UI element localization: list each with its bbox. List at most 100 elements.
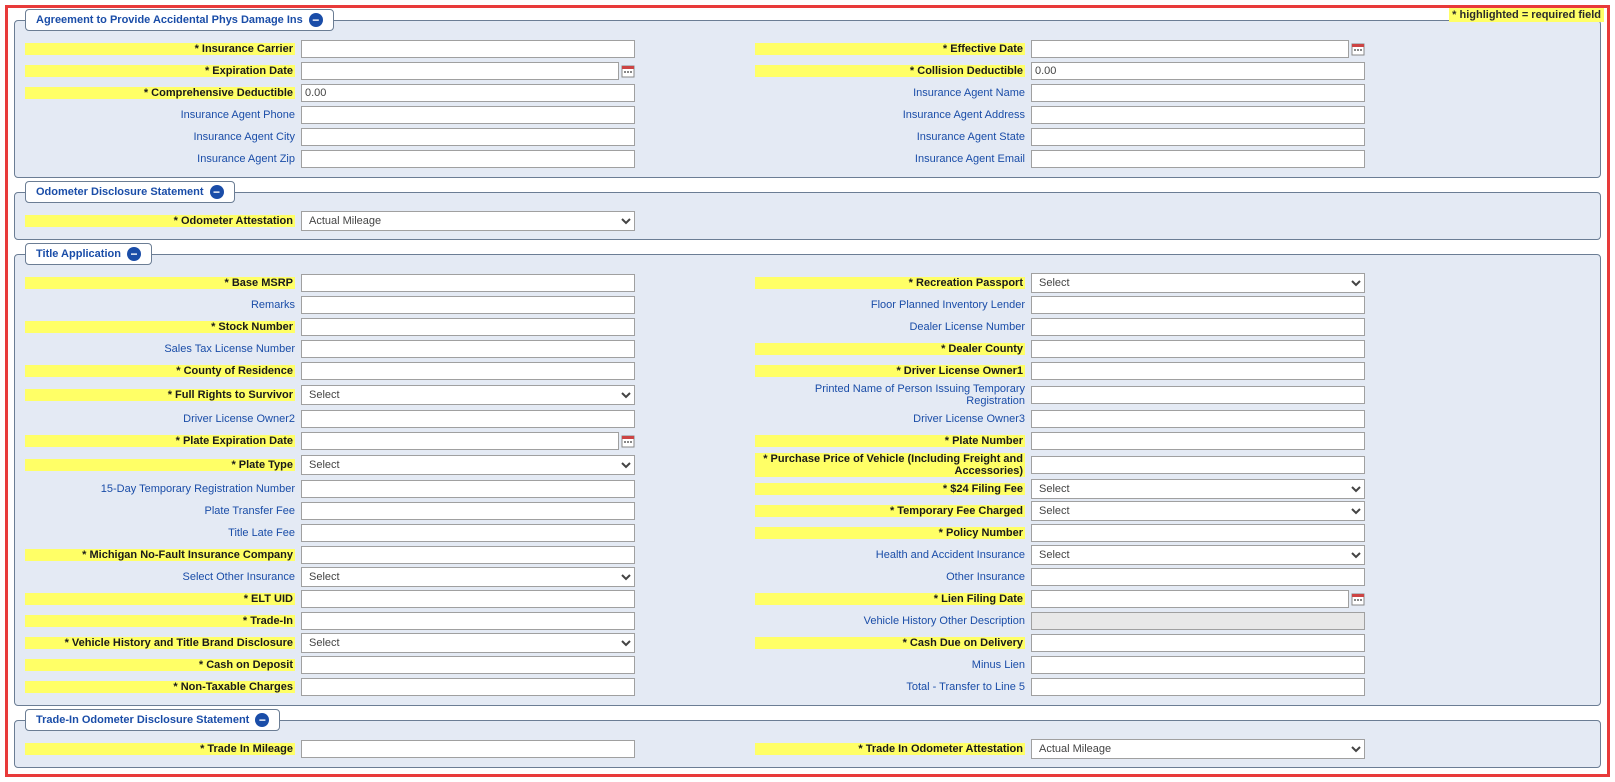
label-cash-delivery: * Cash Due on Delivery [755, 637, 1025, 649]
input-printed-name[interactable] [1031, 386, 1365, 404]
input-policy-number[interactable] [1031, 524, 1365, 542]
input-total-transfer[interactable] [1031, 678, 1365, 696]
panel-title-application: Title Application − * Base MSRP * Recrea… [14, 254, 1601, 706]
input-stock-number[interactable] [301, 318, 635, 336]
calendar-icon[interactable] [1351, 42, 1365, 56]
panel-header-title-application[interactable]: Title Application − [25, 243, 152, 265]
label-elt-uid: * ELT UID [25, 593, 295, 605]
label-agent-state: Insurance Agent State [755, 131, 1025, 143]
label-filing-fee: * $24 Filing Fee [755, 483, 1025, 495]
panel-title-title-application: Title Application [36, 248, 121, 260]
select-health-accident[interactable]: Select [1031, 545, 1365, 565]
select-temp-fee[interactable]: Select [1031, 501, 1365, 521]
input-agent-zip[interactable] [301, 150, 635, 168]
label-agent-zip: Insurance Agent Zip [25, 153, 295, 165]
select-trade-in-attestation[interactable]: Actual Mileage [1031, 739, 1365, 759]
input-sales-tax-license[interactable] [301, 340, 635, 358]
label-veh-hist-other: Vehicle History Other Description [755, 615, 1025, 627]
label-dealer-county: * Dealer County [755, 343, 1025, 355]
input-purchase-price[interactable] [1031, 456, 1365, 474]
input-effective-date[interactable] [1031, 40, 1349, 58]
calendar-icon[interactable] [1351, 592, 1365, 606]
required-field-note: * highlighted = required field [1449, 8, 1604, 22]
input-plate-number[interactable] [1031, 432, 1365, 450]
input-comprehensive-deductible[interactable] [301, 84, 635, 102]
label-health-accident: Health and Accident Insurance [755, 549, 1025, 561]
select-veh-hist[interactable]: Select [301, 633, 635, 653]
input-lien-date[interactable] [1031, 590, 1349, 608]
label-expiration-date: * Expiration Date [25, 65, 295, 77]
label-printed-name: Printed Name of Person Issuing Temporary… [755, 383, 1025, 407]
input-plate-transfer-fee[interactable] [301, 502, 635, 520]
label-trade-in: * Trade-In [25, 615, 295, 627]
panel-odometer: Odometer Disclosure Statement − * Odomet… [14, 192, 1601, 240]
label-purchase-price: * Purchase Price of Vehicle (Including F… [755, 453, 1025, 477]
input-temp-reg[interactable] [301, 480, 635, 498]
select-plate-type[interactable]: Select [301, 455, 635, 475]
select-filing-fee[interactable]: Select [1031, 479, 1365, 499]
label-base-msrp: * Base MSRP [25, 277, 295, 289]
label-trade-in-mileage: * Trade In Mileage [25, 743, 295, 755]
input-title-late-fee[interactable] [301, 524, 635, 542]
label-policy-number: * Policy Number [755, 527, 1025, 539]
input-dealer-license[interactable] [1031, 318, 1365, 336]
label-agent-phone: Insurance Agent Phone [25, 109, 295, 121]
input-agent-email[interactable] [1031, 150, 1365, 168]
label-effective-date: * Effective Date [755, 43, 1025, 55]
calendar-icon[interactable] [621, 434, 635, 448]
input-dl-owner2[interactable] [301, 410, 635, 428]
input-trade-in-mileage[interactable] [301, 740, 635, 758]
input-insurance-carrier[interactable] [301, 40, 635, 58]
label-agent-email: Insurance Agent Email [755, 153, 1025, 165]
input-non-taxable[interactable] [301, 678, 635, 696]
input-dealer-county[interactable] [1031, 340, 1365, 358]
label-veh-hist: * Vehicle History and Title Brand Disclo… [25, 637, 295, 649]
panel-header-trade-in-odometer[interactable]: Trade-In Odometer Disclosure Statement − [25, 709, 280, 731]
select-full-rights[interactable]: Select [301, 385, 635, 405]
select-odometer-attestation[interactable]: Actual Mileage [301, 211, 635, 231]
input-base-msrp[interactable] [301, 274, 635, 292]
input-agent-state[interactable] [1031, 128, 1365, 146]
panel-header-insurance[interactable]: Agreement to Provide Accidental Phys Dam… [25, 9, 334, 31]
panel-title-odometer: Odometer Disclosure Statement [36, 186, 204, 198]
label-agent-city: Insurance Agent City [25, 131, 295, 143]
input-minus-lien[interactable] [1031, 656, 1365, 674]
input-dl-owner1[interactable] [1031, 362, 1365, 380]
input-cash-delivery[interactable] [1031, 634, 1365, 652]
label-minus-lien: Minus Lien [755, 659, 1025, 671]
label-total-transfer: Total - Transfer to Line 5 [755, 681, 1025, 693]
input-expiration-date[interactable] [301, 62, 619, 80]
input-cash-deposit[interactable] [301, 656, 635, 674]
input-veh-hist-other [1031, 612, 1365, 630]
input-other-insurance[interactable] [1031, 568, 1365, 586]
input-elt-uid[interactable] [301, 590, 635, 608]
input-plate-exp[interactable] [301, 432, 619, 450]
label-recreation-passport: * Recreation Passport [755, 277, 1025, 289]
label-dealer-license: Dealer License Number [755, 321, 1025, 333]
input-collision-deductible[interactable] [1031, 62, 1365, 80]
input-agent-phone[interactable] [301, 106, 635, 124]
input-agent-address[interactable] [1031, 106, 1365, 124]
panel-title-insurance: Agreement to Provide Accidental Phys Dam… [36, 14, 303, 26]
label-dl-owner2: Driver License Owner2 [25, 413, 295, 425]
label-sales-tax-license: Sales Tax License Number [25, 343, 295, 355]
input-floor-lender[interactable] [1031, 296, 1365, 314]
select-other-insurance[interactable]: Select [301, 567, 635, 587]
label-stock-number: * Stock Number [25, 321, 295, 333]
input-agent-city[interactable] [301, 128, 635, 146]
input-trade-in[interactable] [301, 612, 635, 630]
collapse-icon: − [255, 713, 269, 727]
select-recreation-passport[interactable]: Select [1031, 273, 1365, 293]
panel-header-odometer[interactable]: Odometer Disclosure Statement − [25, 181, 235, 203]
input-remarks[interactable] [301, 296, 635, 314]
label-plate-transfer-fee: Plate Transfer Fee [25, 505, 295, 517]
input-dl-owner3[interactable] [1031, 410, 1365, 428]
input-county-residence[interactable] [301, 362, 635, 380]
input-nofault[interactable] [301, 546, 635, 564]
panel-title-trade-in-odometer: Trade-In Odometer Disclosure Statement [36, 714, 249, 726]
label-title-late-fee: Title Late Fee [25, 527, 295, 539]
label-floor-lender: Floor Planned Inventory Lender [755, 299, 1025, 311]
input-agent-name[interactable] [1031, 84, 1365, 102]
page-wrapper: * highlighted = required field Agreement… [5, 5, 1610, 777]
calendar-icon[interactable] [621, 64, 635, 78]
